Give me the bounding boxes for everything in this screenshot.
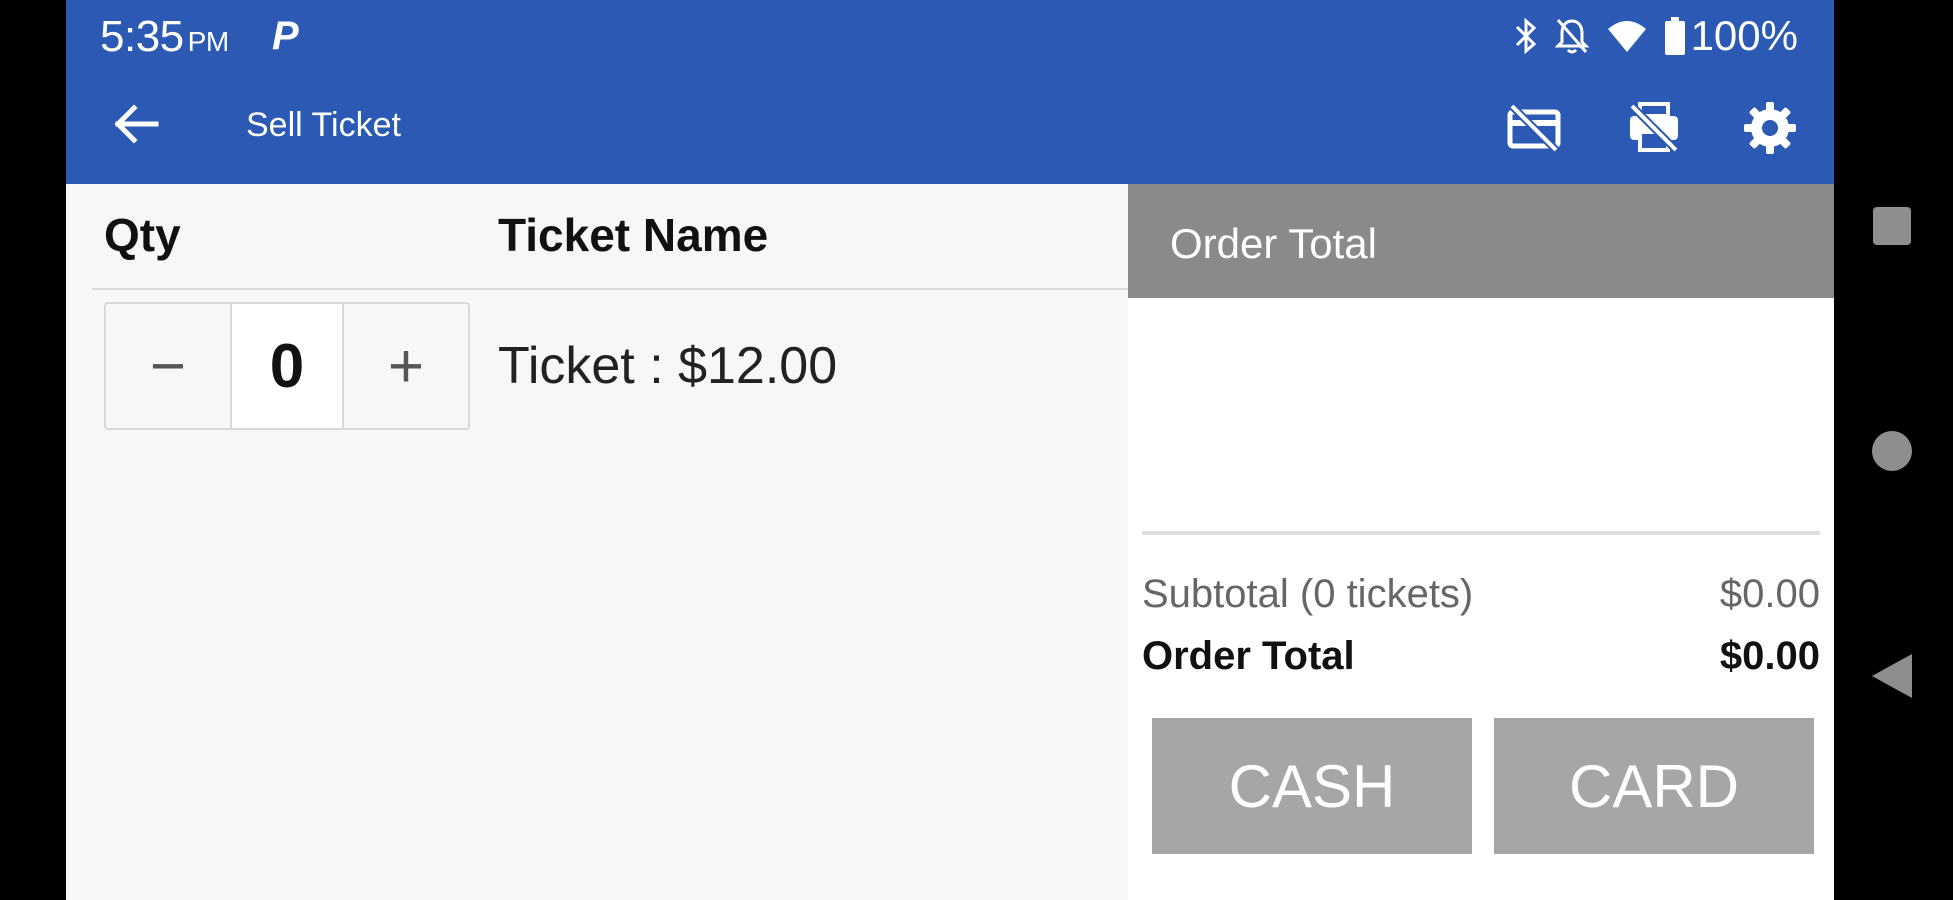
recents-button[interactable] <box>1873 207 1911 245</box>
decrement-button[interactable]: − <box>106 304 230 428</box>
card-button[interactable]: CARD <box>1494 718 1814 854</box>
app-screen: 5:35 PM P 100% Sell Ticket Qty Ticket Na… <box>66 0 1834 900</box>
quantity-stepper: − 0 + <box>104 302 470 430</box>
order-header: Order Total <box>1128 184 1834 298</box>
p-icon: P <box>272 14 299 58</box>
column-header-qty: Qty <box>104 209 181 261</box>
cash-button[interactable]: CASH <box>1152 718 1472 854</box>
ticket-name: Ticket : $12.00 <box>498 337 838 395</box>
page-title: Sell Ticket <box>246 106 401 144</box>
column-header-ticket-name: Ticket Name <box>498 209 769 261</box>
quantity-value[interactable]: 0 <box>230 304 344 428</box>
order-header-title: Order Total <box>1170 220 1377 267</box>
order-total-row: Order Total $0.00 <box>1142 634 1820 679</box>
order-divider <box>1142 531 1820 535</box>
home-button[interactable] <box>1872 431 1912 471</box>
battery-percent: 100% <box>1690 12 1798 59</box>
card-off-icon[interactable] <box>1506 100 1562 156</box>
status-ampm: PM <box>187 26 230 57</box>
status-time-value: 5:35 <box>100 12 184 61</box>
wifi-icon <box>1607 21 1646 52</box>
order-total-value: $0.00 <box>1719 634 1820 678</box>
header-divider <box>92 288 1128 290</box>
subtotal-value: $0.00 <box>1719 572 1820 616</box>
battery-icon <box>1664 17 1685 55</box>
bluetooth-icon <box>1515 18 1536 54</box>
notifications-off-icon <box>1554 19 1589 54</box>
order-panel: Order Total Subtotal (0 tickets) $0.00 O… <box>1128 184 1834 900</box>
order-total-label: Order Total <box>1142 634 1355 678</box>
increment-button[interactable]: + <box>344 304 468 428</box>
back-arrow-icon[interactable] <box>112 100 160 148</box>
gear-icon[interactable] <box>1742 100 1798 156</box>
subtotal-label: Subtotal (0 tickets) <box>1142 572 1474 616</box>
nav-back-button[interactable] <box>1872 654 1912 698</box>
status-icons: 100% <box>1497 12 1798 59</box>
subtotal-row: Subtotal (0 tickets) $0.00 <box>1142 572 1820 617</box>
printer-off-icon[interactable] <box>1626 100 1682 156</box>
top-bar: 5:35 PM P 100% Sell Ticket <box>66 0 1834 184</box>
status-time: 5:35 PM <box>100 12 229 62</box>
